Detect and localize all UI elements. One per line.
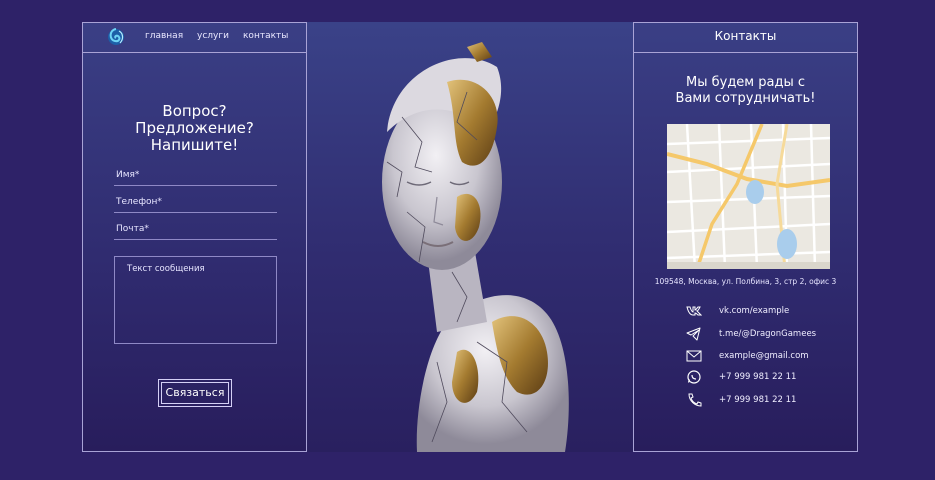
contact-form-panel: главная услуги контакты Вопрос? Предложе…: [82, 22, 307, 452]
spiral-logo-icon[interactable]: [105, 26, 127, 48]
contact-vk-text: vk.com/example: [719, 306, 790, 316]
contacts-subtitle: Мы будем рады с Вами сотрудничать!: [675, 75, 816, 106]
message-textarea[interactable]: Текст сообщения: [114, 256, 277, 344]
name-field[interactable]: Имя*: [114, 167, 277, 186]
contact-vk[interactable]: vk.com/example: [686, 304, 846, 318]
contact-telegram[interactable]: t.me/@DragonGamees: [686, 327, 846, 341]
email-field-placeholder: Почта*: [116, 224, 149, 234]
form-title: Вопрос? Предложение? Напишите!: [135, 102, 254, 154]
contact-whatsapp[interactable]: +7 999 981 22 11: [686, 370, 846, 384]
contacts-header: Контакты: [634, 23, 857, 53]
top-nav: главная услуги контакты: [83, 23, 306, 53]
map-illustration: [667, 124, 830, 269]
message-placeholder: Текст сообщения: [127, 264, 205, 274]
contact-email[interactable]: example@gmail.com: [686, 349, 846, 363]
phone-field-placeholder: Телефон*: [116, 197, 162, 207]
submit-button-label: Связаться: [161, 382, 229, 404]
cracked-sculpture-illustration: [382, 42, 569, 452]
name-field-placeholder: Имя*: [116, 170, 140, 180]
hero-image: [307, 22, 633, 452]
vk-icon: [686, 306, 702, 316]
contact-email-text: example@gmail.com: [719, 351, 809, 361]
phone-icon: [688, 393, 702, 407]
submit-button[interactable]: Связаться: [158, 379, 232, 407]
mail-icon: [686, 350, 702, 362]
address-text: 109548, Москва, ул. Полбина, 3, стр 2, о…: [654, 277, 837, 286]
phone-field[interactable]: Телефон*: [114, 194, 277, 213]
nav-link-contacts[interactable]: контакты: [243, 31, 288, 41]
telegram-icon: [686, 327, 701, 341]
whatsapp-icon: [687, 370, 701, 384]
contact-telegram-text: t.me/@DragonGamees: [719, 329, 817, 339]
page-frame: главная услуги контакты Вопрос? Предложе…: [82, 22, 858, 452]
contact-phone-text: +7 999 981 22 11: [719, 395, 797, 405]
contacts-panel: Контакты Мы будем рады с Вами сотруднича…: [633, 22, 858, 452]
nav-link-services[interactable]: услуги: [197, 31, 229, 41]
email-field[interactable]: Почта*: [114, 221, 277, 240]
contact-phone[interactable]: +7 999 981 22 11: [686, 393, 846, 407]
location-map[interactable]: [667, 124, 830, 269]
contacts-title: Контакты: [714, 29, 777, 43]
nav-link-home[interactable]: главная: [145, 31, 183, 41]
contact-whatsapp-text: +7 999 981 22 11: [719, 372, 797, 382]
